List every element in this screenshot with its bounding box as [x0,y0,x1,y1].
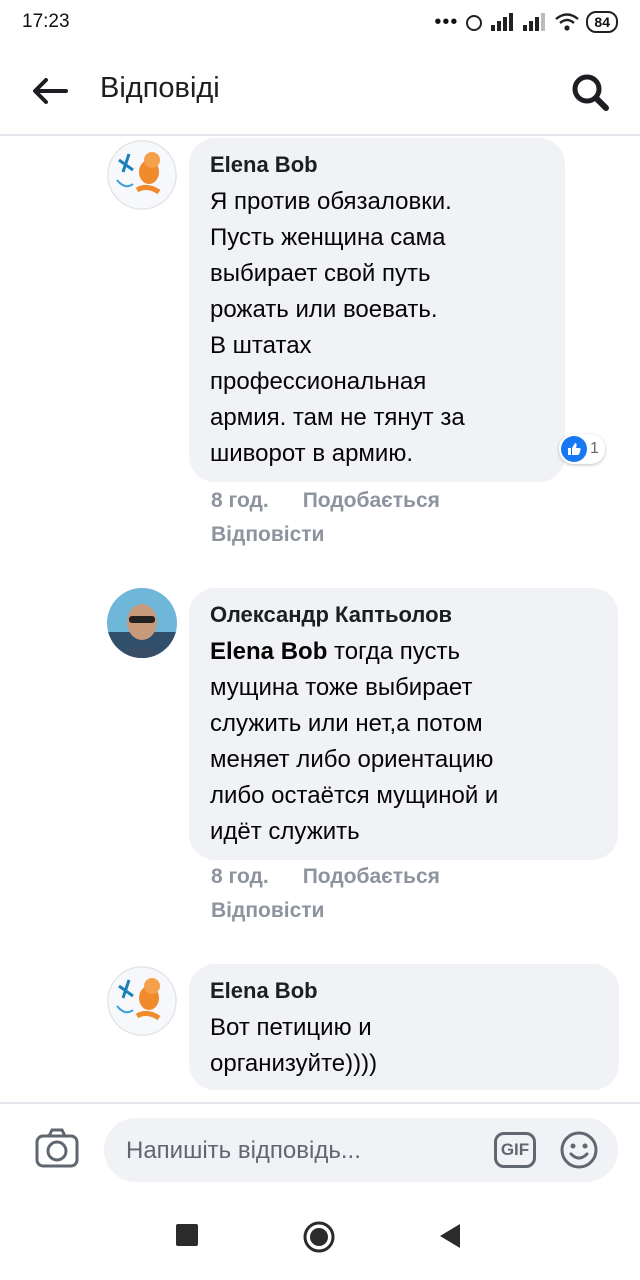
comment-author[interactable]: Elena Bob [210,978,597,1004]
camera-icon[interactable] [34,1126,80,1172]
avatar[interactable] [107,140,177,210]
comment-text: Я против обязаловки. Пусть женщина сама … [210,188,465,467]
comment-body: тогда пусть мущина тоже выбирает служить… [210,638,499,845]
more-dots-icon: ••• [434,10,459,33]
cat-avatar-icon [107,966,177,1036]
status-time: 17:23 [22,11,70,32]
wifi-icon [555,13,580,31]
comment-actions: 8 год. Подобається Відповісти [211,860,440,928]
reply-button[interactable]: Відповісти [211,523,324,546]
home-circle-icon[interactable] [302,1220,336,1254]
comment-text: Вот петицию и организуйте)))) [210,1014,378,1077]
comment-bubble[interactable]: Elena Bob Вот петицию и организуйте)))) [189,964,619,1090]
like-button[interactable]: Подобається [303,865,440,888]
comment-author[interactable]: Elena Bob [210,152,543,178]
header-bar: Відповіді [0,44,640,136]
cat-avatar-icon [107,140,177,210]
comment-time[interactable]: 8 год. [211,865,269,888]
comment-actions: 8 год. Подобається Відповісти [211,484,440,552]
replies-feed[interactable]: Elena Bob Я против обязаловки. Пусть жен… [0,136,640,1102]
avatar[interactable] [107,966,177,1036]
comment-text: Elena Bob тогда пусть мущина тоже выбира… [210,634,596,850]
comment-author[interactable]: Олександр Каптьолов [210,602,596,628]
like-button[interactable]: Подобається [303,489,440,512]
battery-indicator: 84 [586,11,618,33]
system-navigation-bar [0,1198,640,1280]
reply-input-container[interactable]: GIF [104,1118,618,1184]
status-bar: 17:23 ••• 84 [0,0,640,44]
search-icon[interactable] [570,72,610,112]
status-icons: ••• 84 [434,11,618,34]
reaction-count[interactable]: 1 [559,434,605,464]
gif-button[interactable]: GIF [494,1132,536,1168]
profile-photo-icon [107,588,177,658]
reply-button[interactable]: Відповісти [211,899,324,922]
comment-time[interactable]: 8 год. [211,489,269,512]
reaction-number: 1 [590,440,599,457]
avatar[interactable] [107,588,177,658]
thumbs-up-icon [561,436,587,462]
signal-icon-2 [523,13,546,31]
emoji-icon[interactable] [559,1130,599,1170]
reply-composer: GIF [0,1102,640,1198]
page-title: Відповіді [100,72,220,104]
back-arrow-icon[interactable] [30,74,70,108]
comment-bubble[interactable]: Elena Bob Я против обязаловки. Пусть жен… [189,138,565,482]
alarm-icon [466,15,483,31]
signal-icon [491,13,514,31]
reply-input[interactable] [124,1118,488,1184]
recents-square-icon[interactable] [174,1222,200,1248]
mention-link[interactable]: Elena Bob [210,638,327,665]
back-triangle-icon[interactable] [438,1222,462,1250]
comment-bubble[interactable]: Олександр Каптьолов Elena Bob тогда пуст… [189,588,618,860]
